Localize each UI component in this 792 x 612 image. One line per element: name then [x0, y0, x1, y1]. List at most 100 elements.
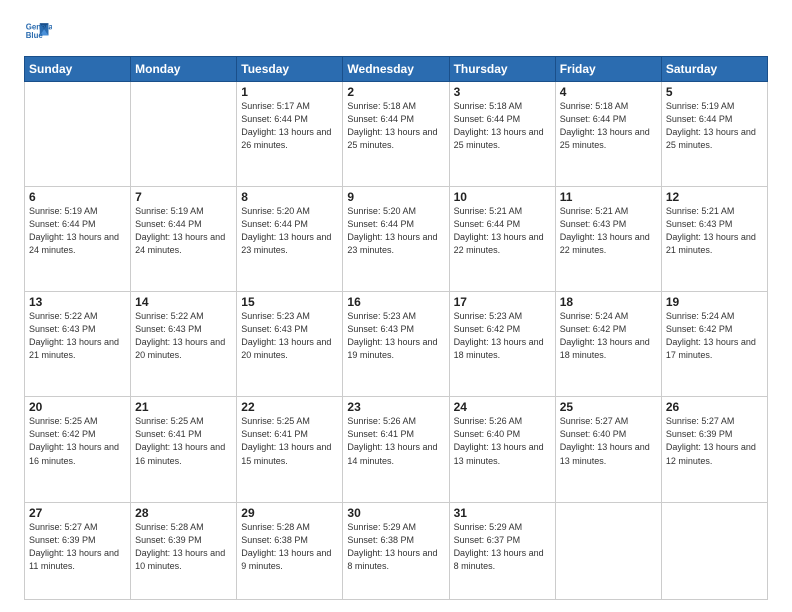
day-number: 15 — [241, 295, 338, 309]
calendar-cell: 16Sunrise: 5:23 AMSunset: 6:43 PMDayligh… — [343, 292, 449, 397]
page: General Blue SundayMondayTuesdayWednesda… — [0, 0, 792, 612]
day-info: Sunrise: 5:21 AMSunset: 6:44 PMDaylight:… — [454, 205, 551, 257]
weekday-header-saturday: Saturday — [661, 57, 767, 82]
day-number: 14 — [135, 295, 232, 309]
day-info: Sunrise: 5:23 AMSunset: 6:43 PMDaylight:… — [241, 310, 338, 362]
day-number: 18 — [560, 295, 657, 309]
calendar-cell: 29Sunrise: 5:28 AMSunset: 6:38 PMDayligh… — [237, 502, 343, 600]
calendar-cell: 28Sunrise: 5:28 AMSunset: 6:39 PMDayligh… — [131, 502, 237, 600]
calendar-cell: 24Sunrise: 5:26 AMSunset: 6:40 PMDayligh… — [449, 397, 555, 502]
day-number: 29 — [241, 506, 338, 520]
weekday-header-row: SundayMondayTuesdayWednesdayThursdayFrid… — [25, 57, 768, 82]
day-number: 24 — [454, 400, 551, 414]
day-info: Sunrise: 5:27 AMSunset: 6:40 PMDaylight:… — [560, 415, 657, 467]
calendar-cell: 21Sunrise: 5:25 AMSunset: 6:41 PMDayligh… — [131, 397, 237, 502]
day-number: 31 — [454, 506, 551, 520]
calendar-cell — [25, 82, 131, 187]
header: General Blue — [24, 18, 768, 46]
day-number: 20 — [29, 400, 126, 414]
day-info: Sunrise: 5:18 AMSunset: 6:44 PMDaylight:… — [347, 100, 444, 152]
day-number: 5 — [666, 85, 763, 99]
svg-text:Blue: Blue — [26, 31, 44, 40]
calendar-cell — [661, 502, 767, 600]
day-number: 3 — [454, 85, 551, 99]
day-number: 11 — [560, 190, 657, 204]
calendar-cell: 8Sunrise: 5:20 AMSunset: 6:44 PMDaylight… — [237, 187, 343, 292]
svg-text:General: General — [26, 22, 52, 31]
calendar-cell: 31Sunrise: 5:29 AMSunset: 6:37 PMDayligh… — [449, 502, 555, 600]
day-info: Sunrise: 5:21 AMSunset: 6:43 PMDaylight:… — [666, 205, 763, 257]
week-row-1: 6Sunrise: 5:19 AMSunset: 6:44 PMDaylight… — [25, 187, 768, 292]
day-info: Sunrise: 5:22 AMSunset: 6:43 PMDaylight:… — [29, 310, 126, 362]
weekday-header-friday: Friday — [555, 57, 661, 82]
day-number: 25 — [560, 400, 657, 414]
calendar-cell: 14Sunrise: 5:22 AMSunset: 6:43 PMDayligh… — [131, 292, 237, 397]
day-number: 27 — [29, 506, 126, 520]
week-row-3: 20Sunrise: 5:25 AMSunset: 6:42 PMDayligh… — [25, 397, 768, 502]
day-info: Sunrise: 5:18 AMSunset: 6:44 PMDaylight:… — [454, 100, 551, 152]
calendar-cell — [131, 82, 237, 187]
day-number: 1 — [241, 85, 338, 99]
day-info: Sunrise: 5:25 AMSunset: 6:42 PMDaylight:… — [29, 415, 126, 467]
day-info: Sunrise: 5:22 AMSunset: 6:43 PMDaylight:… — [135, 310, 232, 362]
day-info: Sunrise: 5:28 AMSunset: 6:39 PMDaylight:… — [135, 521, 232, 573]
day-info: Sunrise: 5:19 AMSunset: 6:44 PMDaylight:… — [29, 205, 126, 257]
day-info: Sunrise: 5:25 AMSunset: 6:41 PMDaylight:… — [135, 415, 232, 467]
day-info: Sunrise: 5:19 AMSunset: 6:44 PMDaylight:… — [135, 205, 232, 257]
weekday-header-tuesday: Tuesday — [237, 57, 343, 82]
day-info: Sunrise: 5:20 AMSunset: 6:44 PMDaylight:… — [241, 205, 338, 257]
day-number: 7 — [135, 190, 232, 204]
calendar-cell: 4Sunrise: 5:18 AMSunset: 6:44 PMDaylight… — [555, 82, 661, 187]
calendar-cell: 27Sunrise: 5:27 AMSunset: 6:39 PMDayligh… — [25, 502, 131, 600]
calendar-cell: 3Sunrise: 5:18 AMSunset: 6:44 PMDaylight… — [449, 82, 555, 187]
logo: General Blue — [24, 18, 52, 46]
calendar-table: SundayMondayTuesdayWednesdayThursdayFrid… — [24, 56, 768, 600]
day-info: Sunrise: 5:17 AMSunset: 6:44 PMDaylight:… — [241, 100, 338, 152]
day-info: Sunrise: 5:26 AMSunset: 6:41 PMDaylight:… — [347, 415, 444, 467]
day-number: 23 — [347, 400, 444, 414]
calendar-cell — [555, 502, 661, 600]
calendar-cell: 13Sunrise: 5:22 AMSunset: 6:43 PMDayligh… — [25, 292, 131, 397]
calendar-cell: 5Sunrise: 5:19 AMSunset: 6:44 PMDaylight… — [661, 82, 767, 187]
day-number: 2 — [347, 85, 444, 99]
day-info: Sunrise: 5:27 AMSunset: 6:39 PMDaylight:… — [666, 415, 763, 467]
calendar-cell: 22Sunrise: 5:25 AMSunset: 6:41 PMDayligh… — [237, 397, 343, 502]
calendar-cell: 7Sunrise: 5:19 AMSunset: 6:44 PMDaylight… — [131, 187, 237, 292]
day-info: Sunrise: 5:19 AMSunset: 6:44 PMDaylight:… — [666, 100, 763, 152]
weekday-header-sunday: Sunday — [25, 57, 131, 82]
day-info: Sunrise: 5:23 AMSunset: 6:42 PMDaylight:… — [454, 310, 551, 362]
day-info: Sunrise: 5:28 AMSunset: 6:38 PMDaylight:… — [241, 521, 338, 573]
day-number: 16 — [347, 295, 444, 309]
day-info: Sunrise: 5:26 AMSunset: 6:40 PMDaylight:… — [454, 415, 551, 467]
day-number: 21 — [135, 400, 232, 414]
day-number: 10 — [454, 190, 551, 204]
calendar-cell: 1Sunrise: 5:17 AMSunset: 6:44 PMDaylight… — [237, 82, 343, 187]
day-info: Sunrise: 5:29 AMSunset: 6:37 PMDaylight:… — [454, 521, 551, 573]
day-info: Sunrise: 5:21 AMSunset: 6:43 PMDaylight:… — [560, 205, 657, 257]
day-number: 13 — [29, 295, 126, 309]
day-info: Sunrise: 5:27 AMSunset: 6:39 PMDaylight:… — [29, 521, 126, 573]
week-row-0: 1Sunrise: 5:17 AMSunset: 6:44 PMDaylight… — [25, 82, 768, 187]
day-info: Sunrise: 5:25 AMSunset: 6:41 PMDaylight:… — [241, 415, 338, 467]
week-row-2: 13Sunrise: 5:22 AMSunset: 6:43 PMDayligh… — [25, 292, 768, 397]
day-number: 26 — [666, 400, 763, 414]
day-number: 17 — [454, 295, 551, 309]
weekday-header-monday: Monday — [131, 57, 237, 82]
day-number: 12 — [666, 190, 763, 204]
week-row-4: 27Sunrise: 5:27 AMSunset: 6:39 PMDayligh… — [25, 502, 768, 600]
calendar-cell: 11Sunrise: 5:21 AMSunset: 6:43 PMDayligh… — [555, 187, 661, 292]
day-number: 6 — [29, 190, 126, 204]
calendar-cell: 9Sunrise: 5:20 AMSunset: 6:44 PMDaylight… — [343, 187, 449, 292]
calendar-cell: 12Sunrise: 5:21 AMSunset: 6:43 PMDayligh… — [661, 187, 767, 292]
calendar-cell: 20Sunrise: 5:25 AMSunset: 6:42 PMDayligh… — [25, 397, 131, 502]
weekday-header-wednesday: Wednesday — [343, 57, 449, 82]
calendar-cell: 25Sunrise: 5:27 AMSunset: 6:40 PMDayligh… — [555, 397, 661, 502]
calendar-cell: 23Sunrise: 5:26 AMSunset: 6:41 PMDayligh… — [343, 397, 449, 502]
calendar-cell: 10Sunrise: 5:21 AMSunset: 6:44 PMDayligh… — [449, 187, 555, 292]
calendar-cell: 2Sunrise: 5:18 AMSunset: 6:44 PMDaylight… — [343, 82, 449, 187]
day-info: Sunrise: 5:18 AMSunset: 6:44 PMDaylight:… — [560, 100, 657, 152]
calendar-cell: 15Sunrise: 5:23 AMSunset: 6:43 PMDayligh… — [237, 292, 343, 397]
calendar-cell: 6Sunrise: 5:19 AMSunset: 6:44 PMDaylight… — [25, 187, 131, 292]
day-number: 8 — [241, 190, 338, 204]
calendar-cell: 18Sunrise: 5:24 AMSunset: 6:42 PMDayligh… — [555, 292, 661, 397]
